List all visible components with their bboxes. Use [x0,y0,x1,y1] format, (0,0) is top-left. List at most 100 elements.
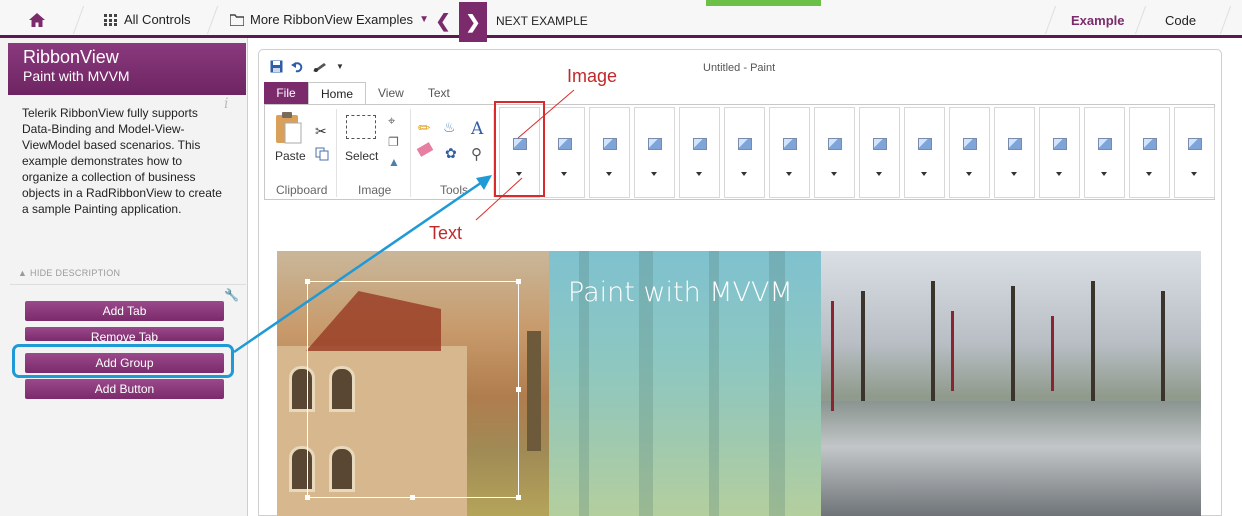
dropdown-arrow-icon [606,172,612,176]
resize-icon[interactable]: ❐ [388,135,399,149]
copy-icon[interactable] [315,147,329,161]
tab-file[interactable]: File [264,82,308,104]
crop-icon[interactable]: ⌖ [388,113,395,129]
tab-text[interactable]: Text [416,82,462,104]
brush-icon[interactable] [312,60,328,73]
selection-handle[interactable] [410,495,415,500]
tree-trunk [1011,286,1015,401]
select-button[interactable]: Select [343,113,379,169]
rotate-icon[interactable]: ▲ [388,155,400,169]
gallery-item[interactable] [1039,107,1080,198]
tab-code[interactable]: Code [1165,13,1196,28]
next-example-arrow[interactable]: ❯ [459,2,487,42]
image-placeholder-icon [828,138,842,150]
image-placeholder-icon [693,138,707,150]
park-photo [821,251,1201,516]
image-highlight-box [494,101,545,197]
image-placeholder-icon [648,138,662,150]
more-examples-label: More RibbonView Examples [250,12,414,27]
customize-dropdown-icon[interactable]: ▼ [336,62,344,71]
gallery-item[interactable] [1129,107,1170,198]
gallery-item[interactable] [1084,107,1125,198]
add-button-button[interactable]: Add Button [25,379,224,399]
grid-icon [104,13,117,26]
eraser-icon[interactable] [416,142,434,157]
tab-view[interactable]: View [366,82,416,104]
selection-handle[interactable] [516,387,521,392]
remove-tab-button[interactable]: Remove Tab [25,327,224,341]
text-tool-icon[interactable]: A [471,119,483,139]
undo-icon[interactable] [291,60,304,73]
gallery-item[interactable] [769,107,810,198]
paste-icon [276,112,302,144]
info-icon[interactable]: i [224,96,228,112]
gallery-item[interactable] [724,107,765,198]
hide-description-toggle[interactable]: ▲ HIDE DESCRIPTION [18,268,120,278]
previous-example-button[interactable]: ❮ [432,8,454,34]
gallery-item[interactable] [949,107,990,198]
reflection-pool [821,401,1201,516]
chevron-left-icon: ❮ [435,10,451,31]
clipboard-group-label: Clipboard [276,183,328,197]
paste-label: Paste [275,149,306,163]
home-button[interactable] [16,6,58,34]
gallery-item[interactable] [544,107,585,198]
add-tab-button[interactable]: Add Tab [25,301,224,321]
gallery-item[interactable] [904,107,945,198]
magnifier-icon[interactable]: ⚲ [471,145,482,163]
all-controls-button[interactable]: All Controls [104,12,190,27]
image-annotation-label: Image [567,66,618,86]
selection-handle[interactable] [516,279,521,284]
sidebar-header: RibbonView Paint with MVVM [8,43,246,95]
lamp-post [1051,316,1054,391]
ribbon-bar: Paste ✂ Clipboard Select ⌖ ❐ ▲ Image ✏ ♨… [264,104,1215,200]
ribbon-tabs: File Home View Text [264,82,462,105]
hide-description-label: HIDE DESCRIPTION [30,268,121,278]
next-example-link[interactable]: NEXT EXAMPLE [496,14,588,28]
dropdown-arrow-icon [696,172,702,176]
dropdown-arrow-icon [1101,172,1107,176]
selection-rectangle[interactable] [307,281,519,498]
gallery-item[interactable] [679,107,720,198]
fill-icon[interactable]: ♨ [443,119,456,136]
example-title: Paint with MVVM [23,68,130,84]
nav-separator [1044,6,1057,34]
gallery-item[interactable] [994,107,1035,198]
dropdown-arrow-icon [966,172,972,176]
gallery-item[interactable] [814,107,855,198]
gallery-item[interactable] [1174,107,1215,198]
active-indicator [706,0,821,6]
group-separator [410,109,411,197]
gallery-item[interactable] [589,107,630,198]
canvas-image[interactable]: Paint with MVVM [277,251,1201,516]
selection-handle[interactable] [516,495,521,500]
paste-button[interactable]: Paste [273,111,306,169]
tab-home[interactable]: Home [308,82,367,105]
cut-icon[interactable]: ✂ [315,123,327,140]
save-icon[interactable] [270,60,283,73]
highlight-circle [12,344,234,378]
control-title: RibbonView [23,47,119,67]
color-picker-icon[interactable]: ✿ [445,145,457,162]
tree-trunk [1161,291,1165,401]
divider [10,284,246,285]
image-placeholder-icon [1188,138,1202,150]
banner-title: Paint with MVVM [568,277,793,308]
selection-handle[interactable] [305,279,310,284]
image-placeholder-icon [738,138,752,150]
nav-separator [1219,6,1232,34]
dropdown-arrow-icon [831,172,837,176]
dropdown-arrow-icon [786,172,792,176]
chevron-down-icon: ▼ [419,14,429,25]
more-examples-dropdown[interactable]: More RibbonView Examples ▼ [230,12,429,27]
image-placeholder-icon [783,138,797,150]
dropdown-arrow-icon [921,172,927,176]
tab-example[interactable]: Example [1071,13,1124,28]
selection-handle[interactable] [305,495,310,500]
group-separator [336,109,337,197]
dropdown-arrow-icon [1056,172,1062,176]
dropdown-arrow-icon [1191,172,1197,176]
gallery-item[interactable] [859,107,900,198]
pencil-icon[interactable]: ✏ [418,119,431,137]
gallery-item[interactable] [634,107,675,198]
